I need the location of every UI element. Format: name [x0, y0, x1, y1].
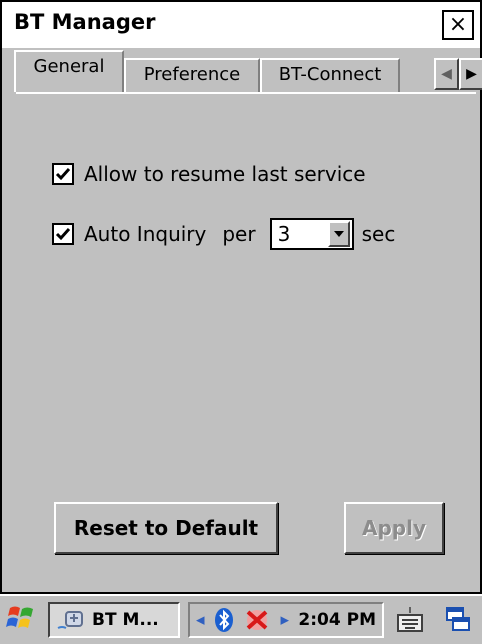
taskbar: BT M... ◂ ▸ 2:04 PM [0, 594, 482, 644]
bluetooth-icon[interactable] [214, 607, 234, 633]
resume-option: Allow to resume last service [52, 162, 366, 186]
general-panel: Allow to resume last service Auto Inquir… [16, 92, 476, 586]
taskbar-bt-manager-button[interactable]: BT M... [48, 602, 180, 638]
sec-label: sec [361, 222, 396, 246]
checkmark-icon [55, 228, 71, 241]
inquiry-interval-select[interactable]: 3 [269, 218, 354, 250]
tray-right-arrow-icon[interactable]: ▸ [281, 610, 290, 630]
resume-checkbox[interactable] [52, 163, 74, 185]
resume-label: Allow to resume last service [84, 162, 366, 186]
tab-preference[interactable]: Preference [124, 58, 260, 92]
system-tray: ◂ ▸ 2:04 PM [188, 602, 384, 638]
tray-left-arrow-icon[interactable]: ◂ [196, 610, 205, 630]
taskbar-task-label: BT M... [92, 610, 159, 630]
start-windows-flag-icon[interactable] [6, 602, 38, 638]
network-disconnected-icon[interactable] [243, 607, 271, 633]
close-button[interactable]: × [442, 10, 474, 40]
tab-scroll-buttons: ◀ ▶ [434, 58, 482, 90]
auto-inquiry-label: Auto Inquiry [84, 222, 207, 246]
reset-to-default-button[interactable]: Reset to Default [54, 502, 278, 554]
tab-scroll-right-icon[interactable]: ▶ [459, 58, 482, 90]
keyboard-icon[interactable] [390, 602, 430, 638]
apply-button[interactable]: Apply [344, 502, 444, 554]
bt-manager-window: BT Manager × General Preference BT-Conne… [0, 0, 482, 594]
tab-general[interactable]: General [14, 50, 124, 92]
title-bar: BT Manager × [2, 2, 480, 48]
auto-inquiry-checkbox[interactable] [52, 223, 74, 245]
per-label: per [222, 222, 256, 246]
tab-bt-connect[interactable]: BT-Connect [260, 58, 400, 92]
tab-strip: General Preference BT-Connect ◀ ▶ [6, 48, 482, 92]
window-switch-icon[interactable] [440, 602, 476, 638]
interval-value: 3 [277, 222, 291, 246]
bt-manager-app-icon [57, 611, 83, 629]
window-title: BT Manager [14, 10, 156, 34]
dropdown-arrow-icon[interactable] [327, 221, 350, 247]
checkmark-icon [55, 168, 71, 181]
auto-inquiry-option: Auto Inquiry per 3 sec [52, 218, 395, 250]
clock-time[interactable]: 2:04 PM [298, 610, 376, 630]
tab-scroll-left-icon[interactable]: ◀ [434, 58, 459, 90]
